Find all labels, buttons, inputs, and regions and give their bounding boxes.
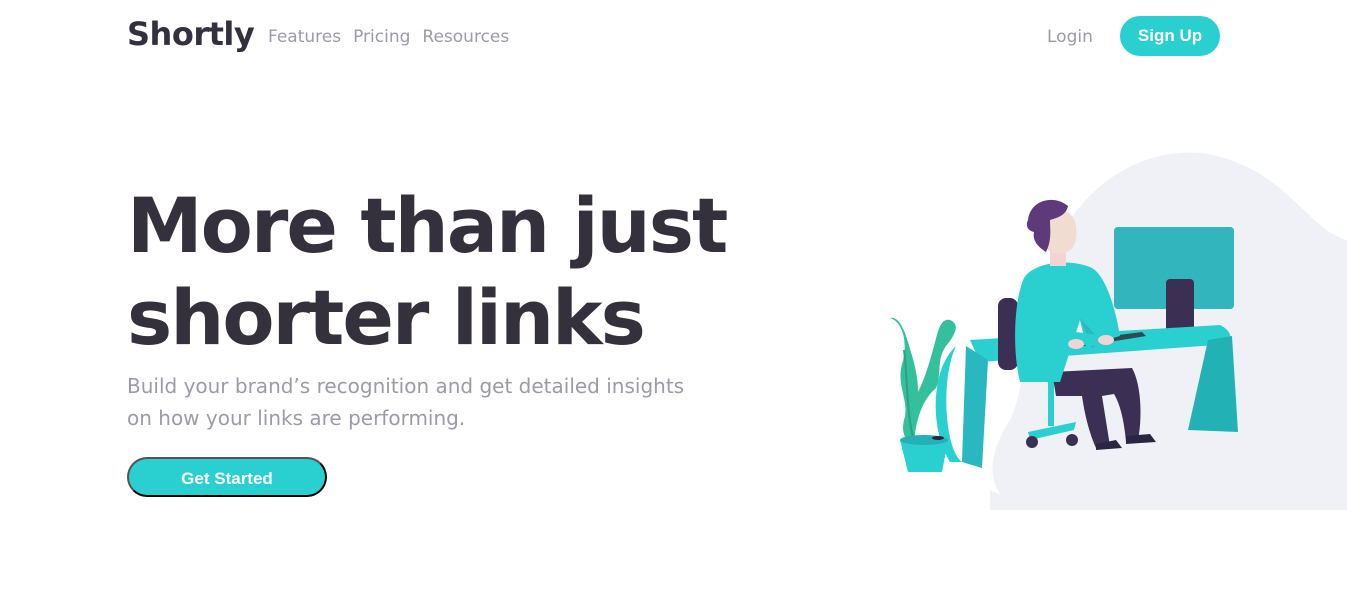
desk-left-leg <box>962 346 988 468</box>
signup-button[interactable]: Sign Up <box>1120 16 1220 56</box>
nav-link-pricing[interactable]: Pricing <box>353 24 410 50</box>
landing-page: Shortly Features Pricing Resources Login… <box>0 0 1347 598</box>
site-header: Shortly Features Pricing Resources Login… <box>0 0 1347 74</box>
chair-back <box>998 298 1018 370</box>
hero-subtitle: Build your brand’s recognition and get d… <box>127 374 685 430</box>
nav-link-resources[interactable]: Resources <box>422 24 509 50</box>
login-link[interactable]: Login <box>1047 24 1093 50</box>
hero-title: More than just shorter links <box>127 180 747 364</box>
main-nav: Features Pricing Resources <box>268 24 521 50</box>
get-started-button[interactable]: Get Started <box>127 457 327 497</box>
working-illustration <box>890 152 1347 510</box>
logo[interactable]: Shortly <box>127 12 255 56</box>
hero-title-line-2: shorter links <box>127 273 646 362</box>
hero-title-line-1: More than just <box>127 181 728 270</box>
nav-link-features[interactable]: Features <box>268 24 341 50</box>
